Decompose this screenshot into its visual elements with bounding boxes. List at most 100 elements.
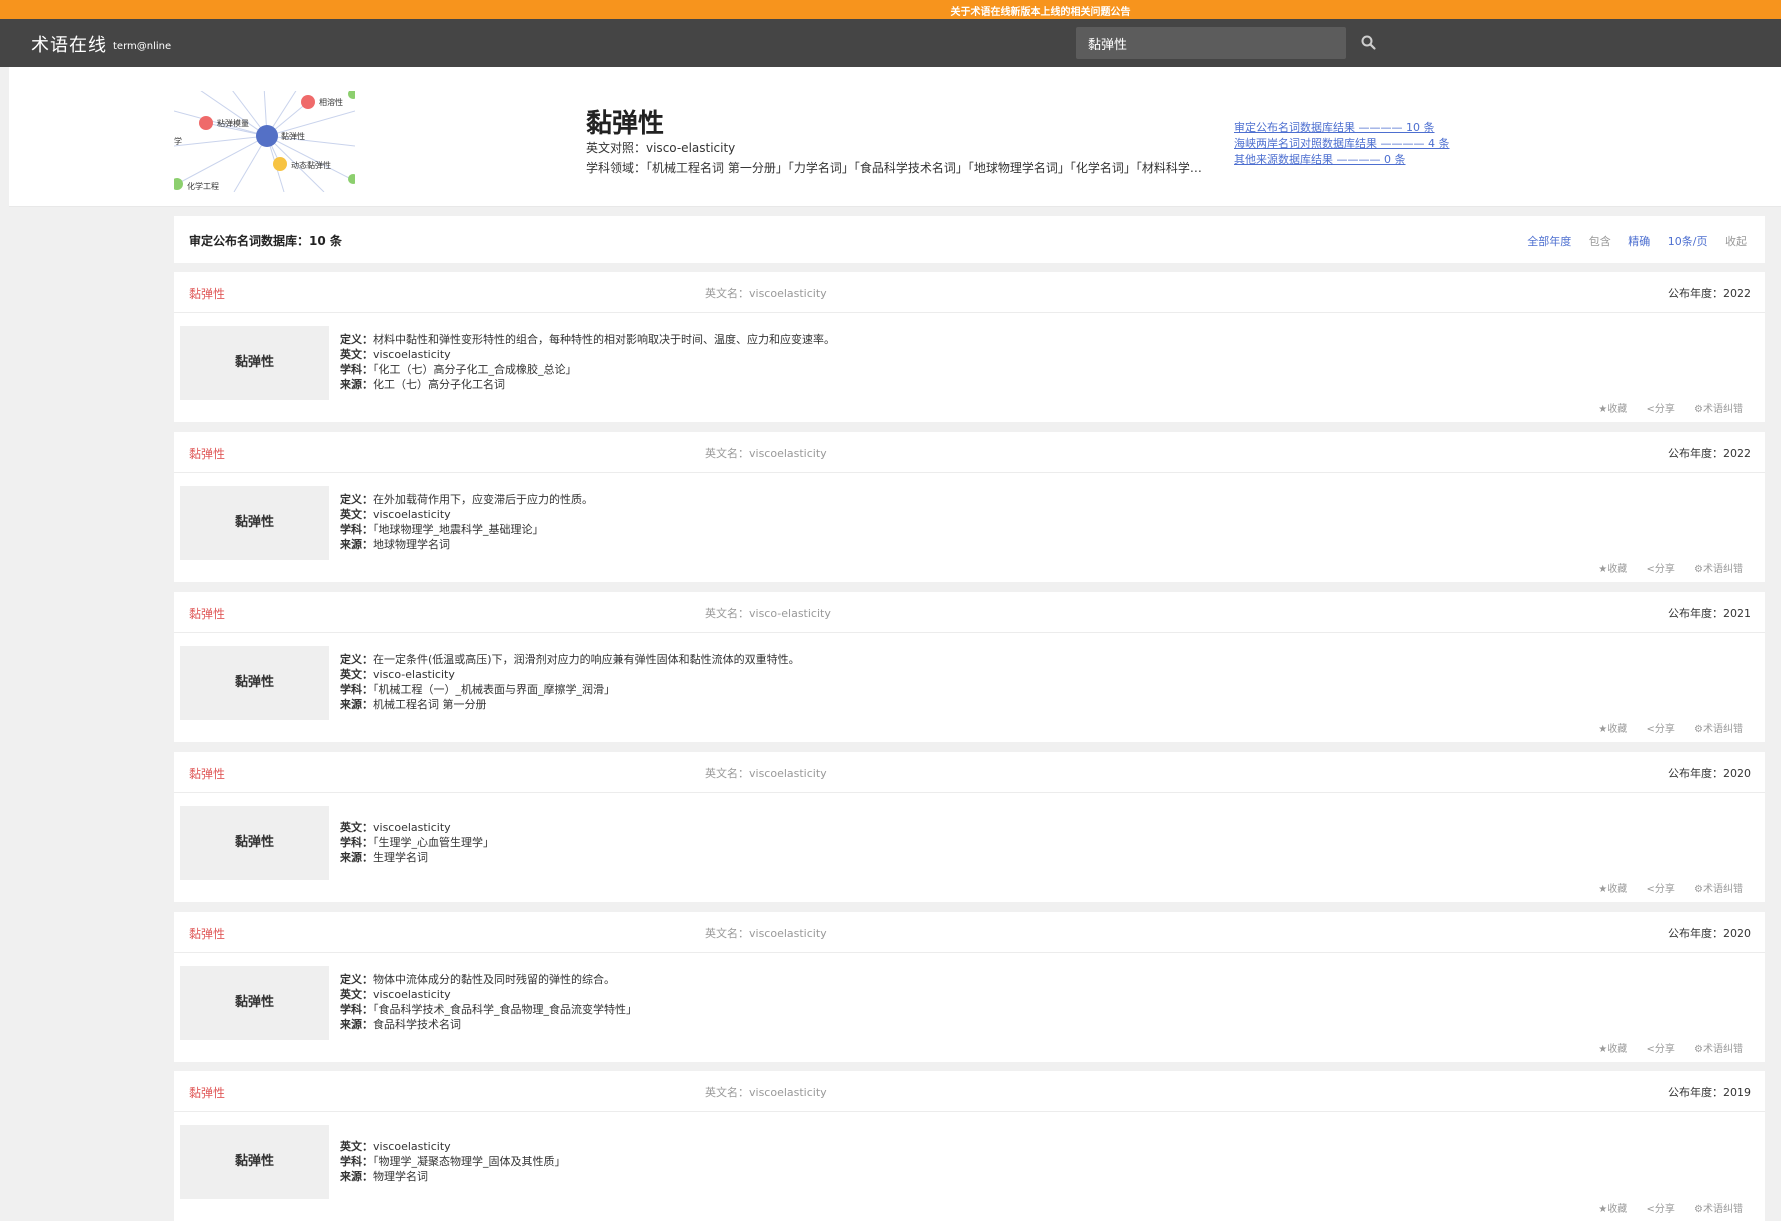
year-value: 2022 [1723,447,1751,460]
result-card: 黏弹性 英文名：viscoelasticity 公布年度：2020 黏弹性 英文… [174,752,1765,902]
db-link-approved[interactable]: 审定公布名词数据库结果 ———— 10 条 [1234,119,1435,135]
results-count: 审定公布名词数据库：10 条 [189,234,342,248]
report-error-button[interactable]: ⚙术语纠错 [1694,564,1743,575]
logo[interactable]: 术语在线 [31,31,107,57]
english-label: 英文： [340,348,373,361]
result-term-thumbnail[interactable]: 黏弹性 [180,326,329,400]
definition-label: 定义： [340,333,373,346]
definition-line: 定义：物体中流体成分的黏性及同时残留的弹性的综合。 [340,972,637,987]
result-card: 黏弹性 英文名：viscoelasticity 公布年度：2020 黏弹性 定义… [174,912,1765,1062]
result-term-link[interactable]: 黏弹性 [189,765,225,782]
result-card-header: 黏弹性 英文名：viscoelasticity 公布年度：2020 [174,912,1765,953]
year-label: 公布年度： [1668,447,1723,460]
report-error-button[interactable]: ⚙术语纠错 [1694,724,1743,735]
english-name-value: viscoelasticity [749,767,827,780]
source-value: 化工（七）高分子化工名词 [373,378,505,391]
english-name-label: 英文名： [705,287,749,300]
report-error-button[interactable]: ⚙术语纠错 [1694,404,1743,415]
english-name-value: viscoelasticity [749,927,827,940]
english-name-value: viscoelasticity [749,287,827,300]
result-english-name: 英文名：viscoelasticity [705,765,827,781]
share-button[interactable]: <分享 [1646,1204,1674,1215]
source-value: 生理学名词 [373,851,428,864]
graph-node-label: 学 [174,136,182,146]
collapse-button[interactable]: 收起 [1725,235,1747,248]
favorite-button[interactable]: ★收藏 [1598,1044,1627,1055]
results-summary-bar: 审定公布名词数据库：10 条 全部年度 包含 精确 10条/页 收起 [174,216,1765,263]
definition-label: 定义： [340,493,373,506]
db-link-other[interactable]: 其他来源数据库结果 ———— 0 条 [1234,151,1406,167]
favorite-button[interactable]: ★收藏 [1598,724,1627,735]
result-term-link[interactable]: 黏弹性 [189,925,225,942]
result-term-link[interactable]: 黏弹性 [189,445,225,462]
share-button[interactable]: <分享 [1646,404,1674,415]
logo-subtitle[interactable]: term@nline [113,41,171,52]
db-link-cross-strait[interactable]: 海峡两岸名词对照数据库结果 ———— 4 条 [1234,135,1450,151]
result-term-link[interactable]: 黏弹性 [189,285,225,302]
definition-line: 定义：在外加载荷作用下，应变滞后于应力的性质。 [340,492,593,507]
search-input[interactable] [1076,27,1346,59]
share-button[interactable]: <分享 [1646,564,1674,575]
english-line: 英文：visco-elasticity [340,667,800,682]
filter-all-years[interactable]: 全部年度 [1527,235,1571,248]
result-card-header: 黏弹性 英文名：viscoelasticity 公布年度：2022 [174,432,1765,473]
result-term-thumbnail[interactable]: 黏弹性 [180,966,329,1040]
share-button[interactable]: <分享 [1646,1044,1674,1055]
subject-label: 学科： [340,683,373,696]
source-value: 食品科学技术名词 [373,1018,461,1031]
result-english-name: 英文名：viscoelasticity [705,925,827,941]
result-details: 定义：物体中流体成分的黏性及同时残留的弹性的综合。 英文：viscoelasti… [340,972,637,1032]
report-error-button[interactable]: ⚙术语纠错 [1694,1044,1743,1055]
favorite-button[interactable]: ★收藏 [1598,1204,1627,1215]
definition-value: 在一定条件(低温或高压)下，润滑剂对应力的响应兼有弹性固体和黏性流体的双重特性。 [373,653,800,666]
search-button[interactable] [1356,30,1382,56]
term-title: 黏弹性 [586,109,665,139]
filter-contains[interactable]: 包含 [1589,235,1611,248]
english-line: 英文：viscoelasticity [340,987,637,1002]
notice-bar[interactable]: 关于术语在线新版本上线的相关问题公告 [0,0,1781,19]
result-term-thumbnail[interactable]: 黏弹性 [180,1125,329,1199]
graph-node-label: 动态黏弹性 [291,160,331,170]
result-year: 公布年度：2020 [1668,925,1751,941]
year-value: 2022 [1723,287,1751,300]
left-rail [0,67,9,1221]
result-english-name: 英文名：viscoelasticity [705,1084,827,1100]
result-term-link[interactable]: 黏弹性 [189,1084,225,1101]
subject-label: 学科： [340,1003,373,1016]
favorite-button[interactable]: ★收藏 [1598,404,1627,415]
result-term-thumbnail[interactable]: 黏弹性 [180,646,329,720]
subject-label: 学科： [340,363,373,376]
result-term-thumbnail[interactable]: 黏弹性 [180,486,329,560]
result-year: 公布年度：2021 [1668,605,1751,621]
share-button[interactable]: <分享 [1646,724,1674,735]
filter-exact[interactable]: 精确 [1628,235,1650,248]
year-label: 公布年度： [1668,287,1723,300]
result-term-link[interactable]: 黏弹性 [189,605,225,622]
report-error-button[interactable]: ⚙术语纠错 [1694,884,1743,895]
term-graph[interactable]: 相溶性 粘弹模量 黏弹性 动态黏弹性 化学工程 学 [174,91,355,192]
result-actions: ★收藏 <分享 ⚙术语纠错 [1582,400,1743,415]
result-card: 黏弹性 英文名：viscoelasticity 公布年度：2022 黏弹性 定义… [174,272,1765,422]
english-line: 英文：viscoelasticity [340,507,593,522]
english-label: 英文： [340,988,373,1001]
definition-value: 物体中流体成分的黏性及同时残留的弹性的综合。 [373,973,615,986]
year-label: 公布年度： [1668,607,1723,620]
source-line: 来源：物理学名词 [340,1169,566,1184]
subject-label: 学科： [340,836,373,849]
result-year: 公布年度：2022 [1668,285,1751,301]
page-size-select[interactable]: 10条/页 [1668,235,1708,248]
english-name-value: visco-elasticity [749,607,831,620]
favorite-button[interactable]: ★收藏 [1598,884,1627,895]
report-error-button[interactable]: ⚙术语纠错 [1694,1204,1743,1215]
result-english-name: 英文名：visco-elasticity [705,605,831,621]
result-term-thumbnail[interactable]: 黏弹性 [180,806,329,880]
subject-value: 「化工（七）高分子化工_合成橡胶_总论」 [373,363,577,376]
result-actions: ★收藏 <分享 ⚙术语纠错 [1582,1040,1743,1055]
definition-label: 定义： [340,973,373,986]
favorite-button[interactable]: ★收藏 [1598,564,1627,575]
subject-label: 学科： [340,1155,373,1168]
share-button[interactable]: <分享 [1646,884,1674,895]
english-line: 英文：viscoelasticity [340,1139,566,1154]
source-label: 来源： [340,378,373,391]
result-card: 黏弹性 英文名：viscoelasticity 公布年度：2019 黏弹性 英文… [174,1071,1765,1221]
